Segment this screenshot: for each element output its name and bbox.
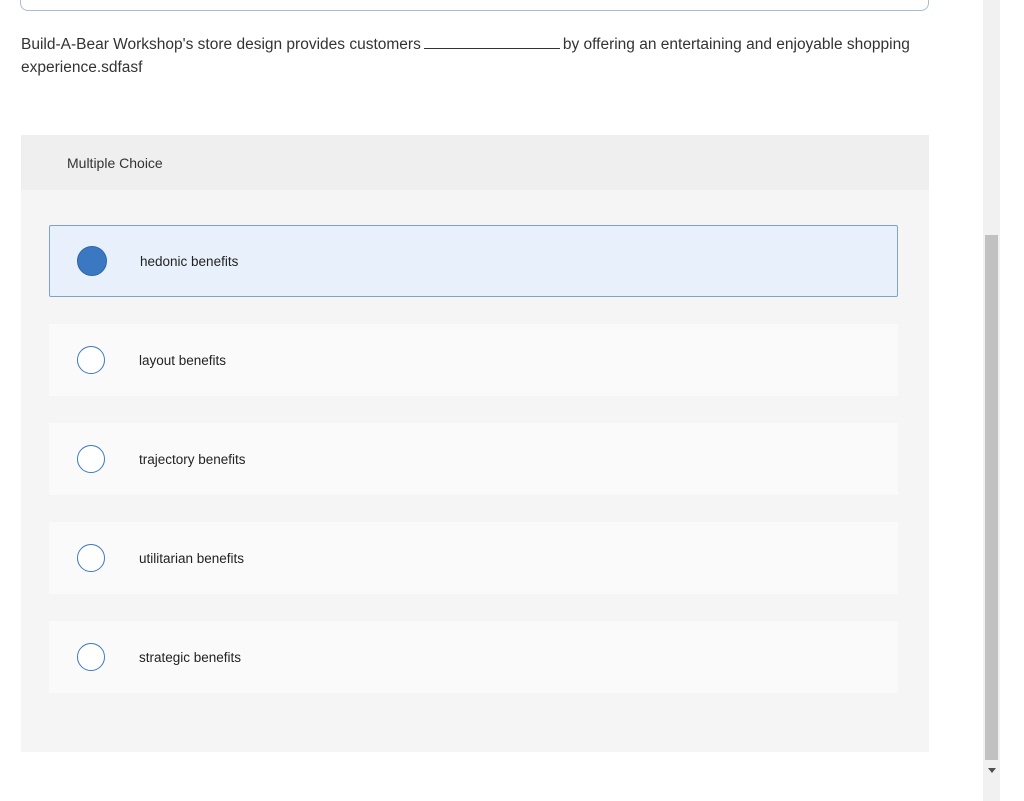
multiple-choice-panel: Multiple Choice hedonic benefits layout … — [21, 135, 929, 752]
previous-content-box — [20, 0, 929, 11]
answer-option-label: trajectory benefits — [139, 451, 246, 467]
multiple-choice-header: Multiple Choice — [21, 135, 929, 190]
answer-option-label: layout benefits — [139, 352, 227, 368]
radio-selected-icon[interactable] — [77, 246, 107, 276]
radio-unselected-icon[interactable] — [77, 544, 105, 572]
radio-unselected-icon[interactable] — [77, 445, 105, 473]
answer-option-strategic[interactable]: strategic benefits — [49, 621, 898, 693]
scroll-down-button[interactable] — [983, 762, 1000, 779]
answer-option-label: hedonic benefits — [140, 253, 239, 269]
triangle-down-icon — [987, 768, 996, 773]
answer-option-label: utilitarian benefits — [139, 550, 245, 566]
page: Build-A-Bear Workshop's store design pro… — [0, 0, 1024, 801]
radio-unselected-icon[interactable] — [77, 643, 105, 671]
question-before-blank: Build-A-Bear Workshop's store design pro… — [21, 36, 421, 53]
vertical-scrollbar[interactable] — [983, 0, 1000, 801]
answer-option-hedonic[interactable]: hedonic benefits — [49, 225, 898, 297]
radio-unselected-icon[interactable] — [77, 346, 105, 374]
answer-option-layout[interactable]: layout benefits — [49, 324, 898, 396]
answer-option-utilitarian[interactable]: utilitarian benefits — [49, 522, 898, 594]
answer-option-trajectory[interactable]: trajectory benefits — [49, 423, 898, 495]
multiple-choice-title: Multiple Choice — [67, 154, 163, 171]
answer-option-label: strategic benefits — [139, 649, 242, 665]
question-text: Build-A-Bear Workshop's store design pro… — [21, 33, 933, 79]
question-blank — [423, 36, 560, 49]
scrollbar-thumb[interactable] — [985, 235, 998, 760]
